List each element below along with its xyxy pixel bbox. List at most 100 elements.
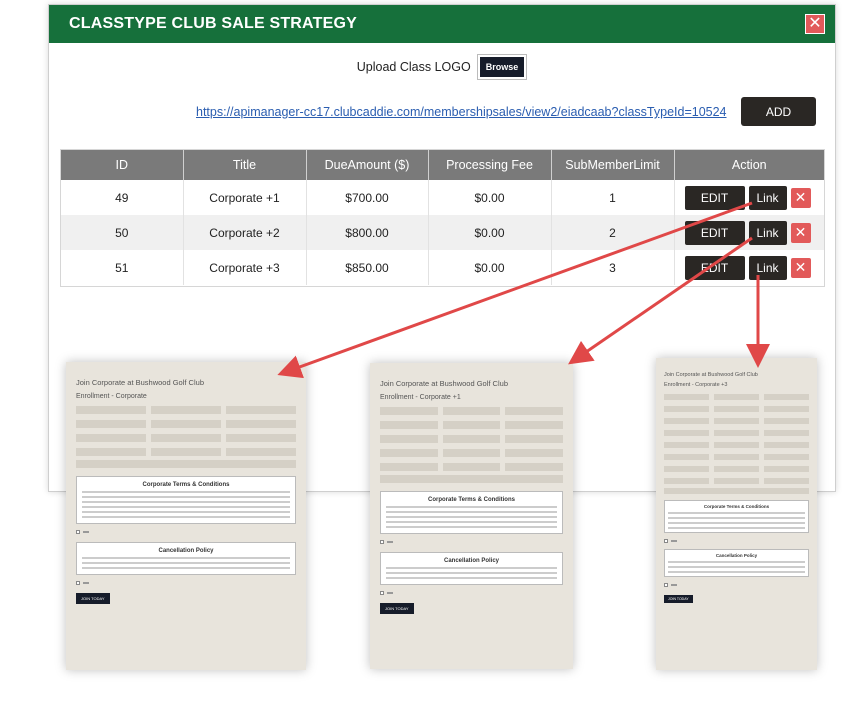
form-field[interactable] [764,441,809,448]
form-field[interactable] [151,419,221,428]
form-field[interactable] [664,441,709,448]
delete-icon[interactable]: ✕ [790,187,811,208]
form-field-row [380,462,564,471]
form-field[interactable] [714,453,759,460]
edit-button[interactable]: EDIT [684,255,745,280]
form-field[interactable] [714,441,759,448]
form-field[interactable] [505,434,564,443]
delete-icon[interactable]: ✕ [790,257,811,278]
form-field[interactable] [76,419,146,428]
print-button[interactable] [671,584,677,586]
join-today-button[interactable]: JOIN TODAY [380,603,414,614]
table-header-row: ID Title DueAmount ($) Processing Fee Su… [61,150,824,180]
form-field[interactable] [380,462,438,471]
browse-wrapper: Browse [476,54,528,80]
form-field[interactable] [442,406,501,415]
form-field[interactable] [664,453,709,460]
form-field[interactable] [151,433,221,442]
join-today-button[interactable]: JOIN TODAY [76,593,110,604]
form-field[interactable] [764,417,809,424]
terms-box: Corporate Terms & Conditions [380,491,563,534]
form-field[interactable] [226,405,296,414]
edit-button[interactable]: EDIT [684,185,745,210]
form-field[interactable] [505,462,564,471]
form-field[interactable] [442,420,501,429]
join-today-button[interactable]: JOIN TODAY [664,595,693,603]
cell-submember-limit: 2 [551,215,675,250]
form-staff-field[interactable] [380,475,563,483]
checkbox[interactable] [380,540,384,544]
form-field[interactable] [714,393,759,400]
form-field-row [380,406,564,415]
form-field-row [76,405,296,414]
form-field[interactable] [714,465,759,472]
link-button[interactable]: Link [748,255,787,280]
form-field[interactable] [664,393,709,400]
form-field[interactable] [151,405,221,414]
form-field[interactable] [380,420,438,429]
form-field[interactable] [764,477,809,484]
form-field[interactable] [226,433,296,442]
checkbox[interactable] [664,539,668,543]
cell-due-amount: $800.00 [306,215,429,250]
link-button[interactable]: Link [748,220,787,245]
form-field[interactable] [76,447,146,456]
form-field[interactable] [764,393,809,400]
form-field[interactable] [764,465,809,472]
form-field[interactable] [664,417,709,424]
form-field[interactable] [226,419,296,428]
form-field[interactable] [714,429,759,436]
form-field[interactable] [664,429,709,436]
form-field[interactable] [505,406,564,415]
table-row: 51 Corporate +3 $850.00 $0.00 3 EDIT Lin… [61,250,824,285]
browse-button[interactable]: Browse [479,57,525,77]
print-button[interactable] [671,540,677,542]
form-field[interactable] [442,462,501,471]
form-title: Join Corporate at Bushwood Golf Club [380,379,508,388]
form-staff-field[interactable] [76,460,296,468]
form-field[interactable] [226,447,296,456]
form-field[interactable] [664,465,709,472]
form-field[interactable] [76,433,146,442]
form-field[interactable] [664,477,709,484]
form-field[interactable] [380,406,438,415]
print-button[interactable] [83,531,89,533]
form-field[interactable] [714,417,759,424]
form-field[interactable] [76,405,146,414]
terms-heading: Corporate Terms & Conditions [428,497,515,503]
form-field[interactable] [714,477,759,484]
checkbox[interactable] [76,530,80,534]
form-field[interactable] [151,447,221,456]
form-field[interactable] [505,448,564,457]
form-field[interactable] [764,429,809,436]
print-button[interactable] [83,582,89,584]
link-button[interactable]: Link [748,185,787,210]
delete-icon[interactable]: ✕ [790,222,811,243]
terms-heading: Corporate Terms & Conditions [142,482,230,488]
form-field[interactable] [664,405,709,412]
cancellation-heading: Cancellation Policy [715,553,758,558]
checkbox[interactable] [664,583,668,587]
form-field[interactable] [505,420,564,429]
form-field-row [664,465,809,472]
form-field[interactable] [714,405,759,412]
edit-button[interactable]: EDIT [684,220,745,245]
form-staff-field[interactable] [664,488,809,494]
form-field[interactable] [764,453,809,460]
checkbox[interactable] [76,581,80,585]
form-field[interactable] [764,405,809,412]
membership-sales-url-link[interactable]: https://apimanager-cc17.clubcaddie.com/m… [196,105,727,119]
close-icon[interactable]: ✕ [805,14,825,34]
add-button[interactable]: ADD [741,97,816,126]
print-button[interactable] [387,541,393,543]
form-field[interactable] [380,448,438,457]
form-title: Join Corporate at Bushwood Golf Club [664,372,758,378]
print-button[interactable] [387,592,393,594]
form-field[interactable] [442,434,501,443]
cell-processing-fee: $0.00 [428,180,552,215]
form-field[interactable] [442,448,501,457]
checkbox[interactable] [380,591,384,595]
form-field[interactable] [380,434,438,443]
terms-box: Corporate Terms & Conditions [664,500,809,533]
enrollment-form-preview: Join Corporate at Bushwood Golf Club Enr… [656,358,817,670]
